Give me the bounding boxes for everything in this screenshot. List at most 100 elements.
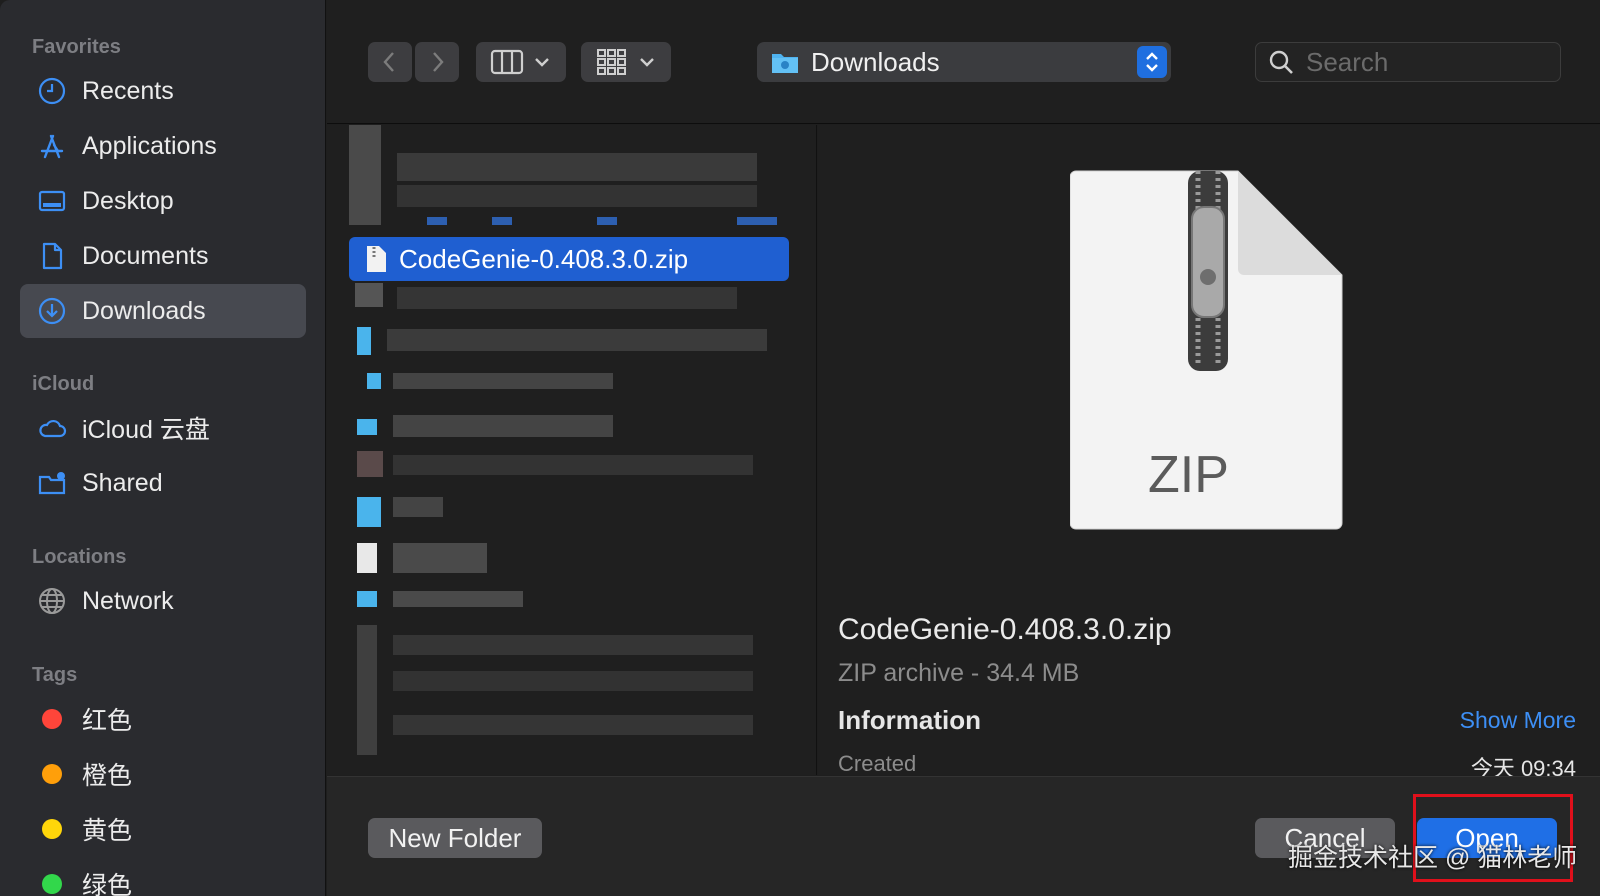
sidebar-item-recents[interactable]: Recents (20, 64, 306, 118)
icloud-heading: iCloud (32, 373, 95, 395)
group-view-button[interactable] (581, 42, 671, 82)
blurred-content (393, 635, 753, 655)
desktop-icon (36, 185, 68, 217)
shared-folder-icon (36, 467, 68, 499)
preview-file-name: CodeGenie-0.408.3.0.zip (838, 613, 1172, 646)
sidebar-item-documents[interactable]: Documents (20, 229, 306, 283)
tag-dot (42, 709, 62, 729)
blurred-content (357, 591, 377, 607)
search-input[interactable] (1306, 46, 1546, 78)
search-icon (1269, 50, 1293, 74)
file-row-selected[interactable]: CodeGenie-0.408.3.0.zip (349, 237, 789, 281)
document-icon (36, 240, 68, 272)
applications-icon (36, 130, 68, 162)
preview-pane: ZIP CodeGenie-0.408.3.0.zip ZIP archive … (818, 125, 1600, 781)
sidebar-item-network[interactable]: Network (20, 574, 306, 628)
sidebar-item-label: Recents (82, 76, 174, 105)
blurred-content (397, 287, 737, 309)
blurred-content (357, 543, 377, 573)
sidebar-item-label: 红色 (82, 707, 133, 735)
globe-icon (36, 585, 68, 617)
new-folder-button[interactable]: New Folder (368, 818, 542, 858)
favorites-heading: Favorites (32, 36, 121, 58)
preview-file-kind: ZIP archive - 34.4 MB (838, 659, 1080, 687)
sidebar-tag-orange[interactable]: 橙色 (20, 747, 306, 801)
chevron-down-icon (535, 58, 549, 67)
blurred-content (357, 419, 377, 435)
locations-heading: Locations (32, 546, 127, 568)
show-more-link[interactable]: Show More (1460, 707, 1576, 734)
column-view-button[interactable] (476, 42, 566, 82)
blurred-content (393, 415, 613, 437)
sidebar-item-applications[interactable]: Applications (20, 119, 306, 173)
back-button[interactable] (368, 42, 412, 82)
file-list[interactable]: CodeGenie-0.408.3.0.zip (327, 125, 817, 775)
blurred-content (387, 329, 767, 351)
blurred-content (397, 185, 757, 207)
zip-icon-label: ZIP (1148, 446, 1229, 504)
blurred-content (393, 455, 753, 475)
sidebar-tag-green[interactable]: 绿色 (20, 857, 306, 896)
clock-icon (36, 75, 68, 107)
sidebar-item-desktop[interactable]: Desktop (20, 174, 306, 228)
search-field[interactable] (1255, 42, 1561, 82)
sidebar-item-label: Desktop (82, 186, 174, 215)
blurred-content (397, 153, 757, 181)
stepper-icon (1137, 46, 1167, 78)
information-heading: Information (838, 705, 981, 735)
blurred-content (367, 373, 381, 389)
blurred-content (597, 217, 617, 225)
blurred-content (393, 591, 523, 607)
sidebar-item-label: 黄色 (82, 817, 133, 845)
blurred-content (393, 497, 443, 517)
sidebar-tag-yellow[interactable]: 黄色 (20, 802, 306, 856)
sidebar-item-label: Downloads (82, 296, 206, 325)
tags-heading: Tags (32, 664, 78, 686)
location-label: Downloads (811, 46, 940, 77)
grid-icon (597, 49, 626, 75)
download-icon (36, 295, 68, 327)
blurred-content (492, 217, 512, 225)
sidebar: Favorites Recents Applications Desktop D… (0, 0, 326, 896)
sidebar-item-label: Applications (82, 131, 217, 160)
blurred-content (393, 373, 613, 389)
created-label: Created (838, 751, 917, 776)
blurred-content (393, 543, 487, 573)
sidebar-item-label: Network (82, 586, 174, 615)
folder-icon (772, 54, 798, 73)
tag-dot (42, 819, 62, 839)
zip-file-icon (367, 246, 386, 272)
chevron-down-icon (640, 58, 654, 67)
blurred-content (355, 283, 383, 307)
blurred-content (393, 715, 753, 735)
sidebar-item-downloads[interactable]: Downloads (20, 284, 306, 338)
blurred-content (737, 217, 777, 225)
sidebar-item-label: iCloud 云盘 (82, 416, 210, 444)
blurred-content (393, 671, 753, 691)
blurred-content (357, 497, 381, 527)
chevron-right-icon (433, 52, 444, 72)
watermark: 掘金技术社区 @ 猫林老师 (1288, 844, 1578, 872)
tag-dot (42, 874, 62, 894)
sidebar-item-label: Documents (82, 241, 209, 270)
bottom-bar: New Folder Cancel Open (327, 776, 1600, 896)
sidebar-item-label: 橙色 (82, 762, 133, 790)
sidebar-item-shared[interactable]: Shared (20, 456, 306, 510)
cloud-icon (36, 412, 68, 444)
sidebar-item-icloud-drive[interactable]: iCloud 云盘 (20, 401, 306, 455)
sidebar-tag-red[interactable]: 红色 (20, 692, 306, 746)
blurred-content (357, 625, 377, 755)
blurred-content (427, 217, 447, 225)
sidebar-item-label: 绿色 (82, 872, 133, 896)
tag-dot (42, 764, 62, 784)
blurred-content (357, 451, 383, 477)
sidebar-item-label: Shared (82, 468, 163, 497)
forward-button[interactable] (415, 42, 459, 82)
location-popup[interactable]: Downloads (757, 42, 1171, 82)
file-name: CodeGenie-0.408.3.0.zip (399, 243, 689, 274)
blurred-content (357, 327, 371, 355)
blurred-content (349, 125, 381, 225)
columns-icon (490, 49, 524, 75)
chevron-left-icon (383, 52, 394, 72)
toolbar: Downloads (327, 0, 1600, 124)
